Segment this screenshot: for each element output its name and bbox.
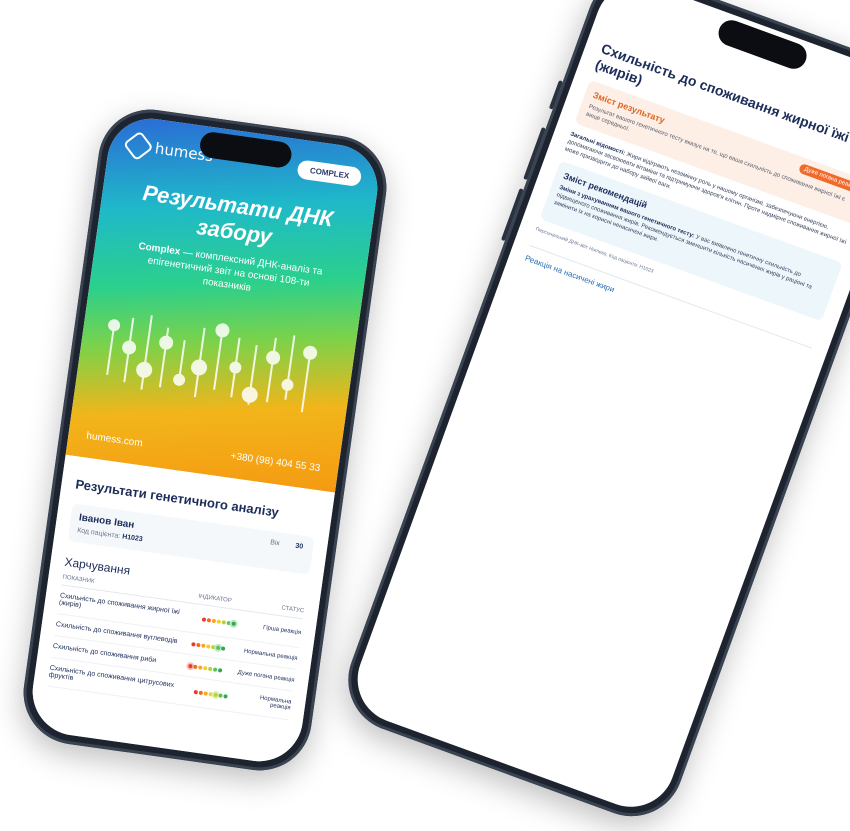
indicator-dots [184,689,238,700]
mute-switch [548,80,563,110]
website-link[interactable]: humess.com [86,431,144,450]
logo-icon [122,130,154,162]
phone-left: humess COMPLEX Результати ДНК забору Com… [16,102,394,778]
indicator-dots [178,640,238,652]
indicator-dots [175,662,235,674]
right-screen: Схильність до споживання жирної їжі (жир… [345,0,850,820]
report-body: Результати генетичного аналізу Іванов Ів… [27,454,335,767]
dna-helix-illustration [106,315,318,413]
indicator-dots [191,616,246,628]
hero-banner: humess COMPLEX Результати ДНК забору Com… [65,113,383,493]
left-screen: humess COMPLEX Результати ДНК забору Com… [27,113,383,767]
phone-right: Схильність до споживання жирної їжі (жир… [333,0,850,831]
phone-number[interactable]: +380 (98) 404 55 33 [230,451,321,474]
complex-badge[interactable]: COMPLEX [296,158,363,187]
